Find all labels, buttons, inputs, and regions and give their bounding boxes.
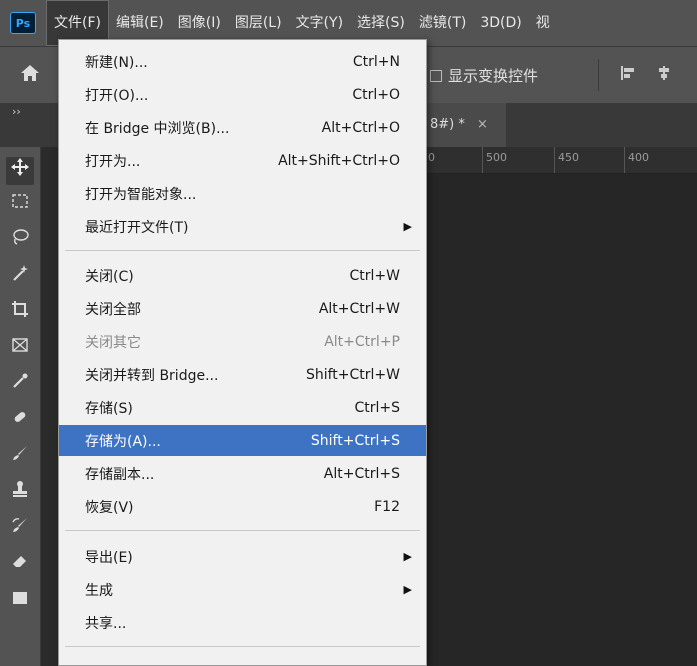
menu-item-generate[interactable]: 生成 ▶ [59, 574, 426, 605]
healing-brush-icon[interactable] [6, 407, 34, 435]
menu-item-label: 最近打开文件(T) [85, 219, 189, 236]
menu-item-shortcut: Alt+Ctrl+P [324, 333, 400, 350]
align-left-icon[interactable] [620, 65, 636, 85]
menu-item-shortcut: Alt+Ctrl+S [323, 465, 400, 482]
menu-item-shortcut: Ctrl+W [349, 267, 400, 284]
submenu-arrow-icon: ▶ [403, 583, 412, 596]
menu-item-shortcut: Ctrl+N [352, 53, 400, 70]
menu-item-shortcut: Alt+Ctrl+O [321, 119, 400, 136]
document-tab-label: 8#) * [430, 117, 465, 132]
menu-item-save-as[interactable]: 存储为(A)... Shift+Ctrl+S [59, 425, 426, 456]
menu-item-shortcut: Ctrl+S [354, 399, 400, 416]
document-tab[interactable]: 8#) * × [424, 103, 506, 147]
menu-item-label: 存储(S) [85, 400, 133, 417]
eraser-tool-icon[interactable] [6, 551, 34, 579]
ruler-tick: 500 [486, 151, 507, 164]
menu-item-revert[interactable]: 恢复(V) F12 [59, 491, 426, 522]
menu-item-label: 存储副本... [85, 466, 155, 483]
menu-item-shortcut: Ctrl+O [352, 86, 400, 103]
menu-item-label: 存储为(A)... [85, 433, 161, 450]
options-divider [598, 59, 599, 91]
ruler-tick: 450 [558, 151, 579, 164]
menu-item-label: 恢复(V) [85, 499, 134, 516]
menu-item-save[interactable]: 存储(S) Ctrl+S [59, 392, 426, 423]
ruler-tick: 400 [628, 151, 649, 164]
menu-item-label: 在 Bridge 中浏览(B)... [85, 120, 230, 137]
menu-item-label: 关闭并转到 Bridge... [85, 367, 219, 384]
file-menu-dropdown: 新建(N)... Ctrl+N 打开(O)... Ctrl+O 在 Bridge… [58, 39, 427, 666]
menu-item-recent-files[interactable]: 最近打开文件(T) ▶ [59, 211, 426, 242]
crop-tool-icon[interactable] [6, 299, 34, 327]
menu-item-browse-bridge[interactable]: 在 Bridge 中浏览(B)... Alt+Ctrl+O [59, 112, 426, 143]
menu-item-close-go-bridge[interactable]: 关闭并转到 Bridge... Shift+Ctrl+W [59, 359, 426, 390]
menu-item-label: 关闭其它 [85, 334, 141, 351]
ruler-tickline [554, 147, 555, 173]
document-canvas[interactable] [424, 174, 697, 666]
eyedropper-tool-icon[interactable] [6, 371, 34, 399]
menu-separator [65, 250, 420, 251]
menu-item-open-smart-object[interactable]: 打开为智能对象... [59, 178, 426, 209]
show-transform-checkbox[interactable] [430, 69, 442, 82]
home-icon[interactable] [18, 61, 44, 87]
ruler-tickline [482, 147, 483, 173]
menu-item-shortcut: Alt+Ctrl+W [318, 300, 400, 317]
photoshop-logo-icon: Ps [10, 12, 36, 34]
expand-panels-icon[interactable]: ›› [12, 105, 21, 118]
tools-panel [0, 147, 41, 666]
menu-view[interactable]: 视 [529, 0, 557, 46]
menu-item-shortcut: F12 [374, 498, 400, 515]
menu-item-shortcut: Shift+Ctrl+W [305, 366, 400, 383]
move-tool-icon[interactable] [6, 157, 34, 185]
close-icon[interactable]: × [477, 117, 488, 132]
show-transform-controls[interactable]: 显示变换控件 [430, 65, 538, 86]
submenu-arrow-icon: ▶ [403, 220, 412, 233]
history-brush-icon[interactable] [6, 515, 34, 543]
menu-item-label: 导出(E) [85, 549, 133, 566]
menu-item-label: 关闭(C) [85, 268, 134, 285]
brush-tool-icon[interactable] [6, 443, 34, 471]
menu-item-label: 新建(N)... [85, 54, 148, 71]
lasso-tool-icon[interactable] [6, 227, 34, 255]
menu-item-close[interactable]: 关闭(C) Ctrl+W [59, 260, 426, 291]
gradient-tool-icon[interactable] [6, 587, 34, 615]
marquee-tool-icon[interactable] [6, 191, 34, 219]
menu-item-save-copy[interactable]: 存储副本... Alt+Ctrl+S [59, 458, 426, 489]
align-center-icon[interactable] [656, 65, 672, 85]
menu-item-open[interactable]: 打开(O)... Ctrl+O [59, 79, 426, 110]
menu-item-open-as[interactable]: 打开为... Alt+Shift+Ctrl+O [59, 145, 426, 176]
ruler-tickline [624, 147, 625, 173]
menu-item-close-all[interactable]: 关闭全部 Alt+Ctrl+W [59, 293, 426, 324]
menu-item-label: 打开为... [85, 153, 141, 170]
magic-wand-icon[interactable] [6, 263, 34, 291]
menu-item-shortcut: Shift+Ctrl+S [310, 432, 400, 449]
menu-item-label: 关闭全部 [85, 301, 141, 318]
menu-item-export[interactable]: 导出(E) ▶ [59, 541, 426, 572]
frame-tool-icon[interactable] [6, 335, 34, 363]
menu-separator [65, 530, 420, 531]
menu-item-share[interactable]: 共享... [59, 607, 426, 638]
menu-item-shortcut: Alt+Shift+Ctrl+O [278, 152, 400, 169]
menu-item-label: 共享... [85, 615, 127, 632]
menu-item-label: 打开为智能对象... [85, 186, 197, 203]
menu-item-new[interactable]: 新建(N)... Ctrl+N [59, 46, 426, 77]
ruler-tick: 0 [428, 151, 435, 164]
clone-stamp-icon[interactable] [6, 479, 34, 507]
menu-item-label: 生成 [85, 582, 113, 599]
menu-separator [65, 646, 420, 647]
menu-item-label: 打开(O)... [85, 87, 149, 104]
menu-3d[interactable]: 3D(D) [473, 0, 528, 46]
show-transform-label: 显示变换控件 [448, 67, 539, 85]
horizontal-ruler: 0 500 450 400 [424, 147, 697, 174]
submenu-arrow-icon: ▶ [403, 550, 412, 563]
menu-item-close-others: 关闭其它 Alt+Ctrl+P [59, 326, 426, 357]
